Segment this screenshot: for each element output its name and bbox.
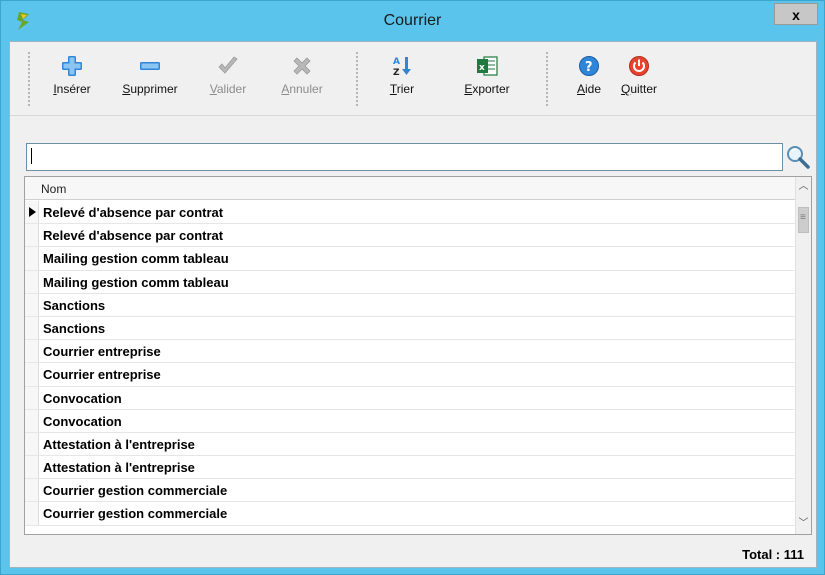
row-nom-cell: Relevé d'absence par contrat: [43, 228, 224, 244]
row-nom-cell: Convocation: [43, 413, 122, 429]
app-window: Courrier x Insérer Supprimer Valider Ann…: [0, 0, 825, 575]
validate-button[interactable]: Valider: [204, 50, 252, 110]
table-row[interactable]: Mailing gestion comm tableau: [25, 270, 797, 294]
row-selector[interactable]: [25, 456, 39, 479]
row-nom-cell: Mailing gestion comm tableau: [43, 251, 229, 267]
svg-text:x: x: [479, 63, 485, 73]
grid-rows: Relevé d'absence par contrat Relevé d'ab…: [25, 201, 797, 526]
table-row[interactable]: Attestation à l'entreprise: [25, 456, 797, 480]
row-nom-cell: Mailing gestion comm tableau: [43, 274, 229, 290]
row-selector[interactable]: [25, 224, 39, 247]
validate-label: Valider: [209, 82, 247, 96]
toolbar-separator: [546, 52, 548, 106]
help-label: Aide: [576, 82, 602, 96]
quit-label: Quitter: [620, 82, 658, 96]
plus-icon: [62, 56, 82, 76]
table-row[interactable]: Courrier gestion commerciale: [25, 479, 797, 503]
client-area: Insérer Supprimer Valider Annuler A Z Tr…: [9, 41, 817, 568]
table-row[interactable]: Relevé d'absence par contrat: [25, 224, 797, 248]
table-row[interactable]: Mailing gestion comm tableau: [25, 247, 797, 271]
cross-icon: [293, 57, 311, 75]
table-row[interactable]: Convocation: [25, 409, 797, 433]
vertical-scrollbar[interactable]: ︿ ﹀: [795, 177, 811, 534]
quit-button[interactable]: Quitter: [614, 50, 664, 110]
table-row[interactable]: Sanctions: [25, 293, 797, 317]
close-button[interactable]: x: [774, 3, 818, 25]
row-nom-cell: Convocation: [43, 390, 122, 406]
table-row[interactable]: Courrier entreprise: [25, 363, 797, 387]
row-selector[interactable]: [25, 270, 39, 293]
row-nom-cell: Attestation à l'entreprise: [43, 460, 195, 476]
row-nom-cell: Relevé d'absence par contrat: [43, 205, 224, 220]
results-grid: Nom Relevé d'absence par contrat Relevé …: [24, 176, 812, 535]
row-selector[interactable]: [25, 502, 39, 525]
row-selector[interactable]: [25, 316, 39, 340]
excel-icon: x: [477, 56, 498, 76]
row-nom-cell: Sanctions: [43, 320, 106, 336]
svg-text:?: ?: [585, 60, 593, 75]
table-row[interactable]: Convocation: [25, 386, 797, 410]
help-button[interactable]: ? Aide: [573, 50, 605, 110]
row-selector[interactable]: [25, 340, 39, 363]
row-selector[interactable]: [25, 386, 39, 409]
cancel-button[interactable]: Annuler: [276, 50, 328, 110]
insert-button[interactable]: Insérer: [48, 50, 96, 110]
table-row[interactable]: Attestation à l'entreprise: [25, 432, 797, 457]
row-nom-cell: Courrier gestion commerciale: [43, 483, 228, 499]
row-selector[interactable]: [25, 293, 39, 316]
table-row[interactable]: Courrier entreprise: [25, 340, 797, 364]
total-count: Total : 111: [742, 547, 804, 562]
row-selector[interactable]: [25, 479, 39, 502]
checkmark-icon: [218, 56, 238, 74]
row-selector[interactable]: [25, 409, 39, 432]
toolbar: Insérer Supprimer Valider Annuler A Z Tr…: [10, 42, 816, 116]
text-caret: [31, 148, 32, 164]
status-bar: Total : 111: [10, 542, 816, 567]
cancel-label: Annuler: [281, 82, 323, 96]
sort-button[interactable]: A Z Trier: [384, 50, 420, 110]
row-nom-cell: Attestation à l'entreprise: [43, 436, 195, 452]
svg-text:A: A: [393, 57, 400, 67]
sort-label: Trier: [389, 82, 415, 96]
toolbar-separator: [356, 52, 358, 106]
row-nom-cell: Sanctions: [43, 297, 106, 313]
table-row[interactable]: Relevé d'absence par contrat: [25, 201, 797, 225]
row-selector[interactable]: [25, 247, 39, 270]
row-nom-cell: Courrier entreprise: [43, 344, 161, 360]
minus-icon: [140, 62, 160, 70]
search-input[interactable]: [26, 143, 783, 171]
row-selector[interactable]: [25, 363, 39, 386]
column-header-nom[interactable]: Nom: [25, 177, 797, 200]
table-row[interactable]: Sanctions: [25, 316, 797, 341]
scrollbar-thumb[interactable]: [798, 207, 809, 233]
delete-button[interactable]: Supprimer: [116, 50, 184, 110]
toolbar-separator: [28, 52, 30, 106]
current-row-indicator-icon: [25, 201, 39, 224]
title-bar[interactable]: Courrier x: [1, 1, 824, 41]
help-icon: ?: [579, 56, 599, 76]
insert-label: Insérer: [53, 82, 91, 96]
table-row[interactable]: Courrier gestion commerciale: [25, 502, 797, 526]
window-title: Courrier: [383, 12, 442, 29]
delete-label: Supprimer: [122, 82, 178, 96]
row-nom-cell: Courrier gestion commerciale: [43, 506, 228, 522]
column-header-label: Nom: [41, 182, 67, 196]
export-label: Exporter: [464, 82, 510, 96]
svg-text:Z: Z: [393, 68, 400, 78]
scroll-down-icon[interactable]: ﹀: [796, 516, 811, 532]
magnifier-icon[interactable]: [784, 143, 812, 171]
export-button[interactable]: x Exporter: [458, 50, 516, 110]
power-icon: [629, 56, 649, 76]
sort-az-icon: A Z: [393, 57, 411, 78]
scroll-up-icon[interactable]: ︿: [796, 179, 811, 195]
row-nom-cell: Courrier entreprise: [43, 367, 161, 383]
row-selector[interactable]: [25, 432, 39, 456]
